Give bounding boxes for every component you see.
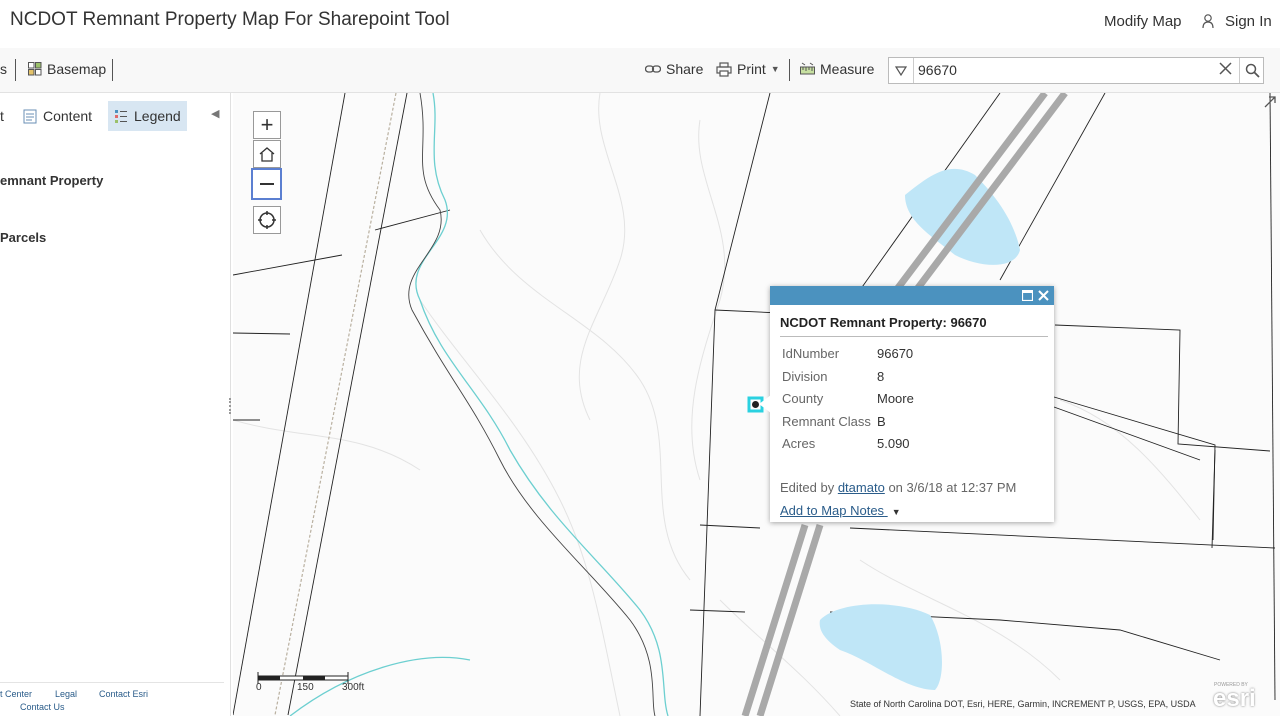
feature-popup: NCDOT Remnant Property: 96670 IdNumber 9… xyxy=(770,286,1054,522)
locate-icon xyxy=(258,211,276,229)
chevron-down-icon: ▼ xyxy=(770,64,780,74)
measure-label: Measure xyxy=(820,61,875,77)
map-canvas[interactable] xyxy=(233,93,1280,716)
search-clear-button[interactable] xyxy=(1219,62,1232,80)
popup-divider xyxy=(780,336,1048,337)
edited-user-link[interactable]: dtamato xyxy=(838,480,885,495)
close-icon xyxy=(1219,62,1232,75)
footer-links: t Center Legal Contact Esri Contact Us xyxy=(0,682,224,717)
search-button[interactable] xyxy=(1239,58,1264,83)
map-view[interactable] xyxy=(233,93,1280,716)
legend-layer-remnant-property: emnant Property xyxy=(0,173,104,188)
attr-value-acres: 5.090 xyxy=(877,436,910,451)
tab-cut[interactable]: t xyxy=(0,101,10,131)
legend-icon xyxy=(115,110,127,123)
edited-suffix: on 3/6/18 at 12:37 PM xyxy=(888,480,1017,495)
toolbar-divider xyxy=(112,59,113,81)
sign-in-link[interactable]: Sign In xyxy=(1225,13,1272,30)
popup-edit-info: Edited by dtamato on 3/6/18 at 12:37 PM xyxy=(780,480,1016,495)
attr-label-idnumber: IdNumber xyxy=(782,346,840,361)
scale-label-150: 150 xyxy=(297,682,314,693)
popup-titlebar xyxy=(770,286,1054,305)
zoom-out-button[interactable] xyxy=(251,168,282,200)
attr-label-division: Division xyxy=(782,369,828,384)
legend-layer-parcels: Parcels xyxy=(0,230,47,245)
collapse-panel-icon[interactable]: ◀ xyxy=(211,107,219,120)
measure-icon xyxy=(800,62,815,74)
share-button[interactable]: Share xyxy=(645,61,703,77)
filter-icon xyxy=(895,65,907,76)
basemap-icon xyxy=(28,62,42,76)
attr-label-remnant-class: Remnant Class xyxy=(782,414,871,429)
tab-content[interactable]: Content xyxy=(17,101,98,131)
tab-content-label: Content xyxy=(43,108,93,124)
minus-icon xyxy=(259,183,274,185)
home-icon xyxy=(259,147,275,162)
edited-prefix: Edited by xyxy=(780,480,835,495)
toolbar-divider xyxy=(789,59,790,81)
esri-logo[interactable]: esri xyxy=(1213,685,1256,713)
search-icon xyxy=(1245,63,1260,78)
link-icon xyxy=(645,65,661,73)
stream-bank xyxy=(408,93,656,716)
search-input[interactable] xyxy=(915,59,1211,81)
printer-icon xyxy=(716,61,732,77)
footer-link-legal[interactable]: Legal xyxy=(55,689,77,699)
expand-icon[interactable] xyxy=(1263,95,1277,109)
railroad-line xyxy=(274,93,397,716)
attr-label-county: County xyxy=(782,391,824,406)
app-header: NCDOT Remnant Property Map For Sharepoin… xyxy=(0,0,1280,47)
attr-label-acres: Acres xyxy=(782,436,816,451)
print-label: Print xyxy=(737,61,766,77)
locate-button[interactable] xyxy=(253,206,281,234)
home-button[interactable] xyxy=(253,140,281,168)
popup-title: NCDOT Remnant Property: 96670 xyxy=(780,315,987,330)
pond-south xyxy=(819,604,942,690)
stream-south xyxy=(289,656,471,716)
chevron-down-icon: ▼ xyxy=(891,507,901,517)
scale-label-0: 0 xyxy=(256,682,262,693)
tab-legend[interactable]: Legend xyxy=(108,101,187,131)
modify-map-link[interactable]: Modify Map xyxy=(1104,13,1182,30)
basemap-label: Basemap xyxy=(47,61,107,77)
attr-value-county: Moore xyxy=(877,391,914,406)
search-filter-button[interactable] xyxy=(889,58,914,83)
popup-pointer xyxy=(759,395,771,413)
basemap-button[interactable]: Basemap xyxy=(28,61,106,77)
search-box xyxy=(888,57,1264,84)
zoom-in-button[interactable]: + xyxy=(253,111,281,139)
side-panel: t Content Legend ◀ emnant Property Parce… xyxy=(0,93,231,716)
footer-link-contact-us[interactable]: Contact Us xyxy=(20,702,65,712)
stream xyxy=(415,93,669,716)
attr-value-remnant-class: B xyxy=(877,414,886,429)
selected-feature-point[interactable] xyxy=(752,401,759,408)
map-attribution: State of North Carolina DOT, Esri, HERE,… xyxy=(850,699,1196,709)
share-label: Share xyxy=(666,61,704,77)
tab-legend-label: Legend xyxy=(134,108,181,124)
close-popup-icon[interactable] xyxy=(1038,290,1049,301)
print-button[interactable]: Print ▼ xyxy=(716,61,780,77)
attr-value-division: 8 xyxy=(877,369,885,384)
user-icon xyxy=(1202,14,1214,29)
toolbar-divider xyxy=(15,59,16,81)
content-icon xyxy=(23,109,37,123)
footer-link-help-center[interactable]: t Center xyxy=(0,689,32,699)
add-to-map-notes-label: Add to Map Notes xyxy=(780,503,885,518)
measure-button[interactable]: Measure xyxy=(800,61,874,77)
maximize-icon[interactable] xyxy=(1022,290,1033,301)
cut-tab-label[interactable]: s xyxy=(0,61,7,77)
app-title: NCDOT Remnant Property Map For Sharepoin… xyxy=(10,9,450,30)
scale-label-300: 300ft xyxy=(342,682,365,693)
plus-icon: + xyxy=(260,112,274,137)
add-to-map-notes-link[interactable]: Add to Map Notes ▼ xyxy=(780,503,901,518)
footer-link-contact-esri[interactable]: Contact Esri xyxy=(99,689,148,699)
attr-value-idnumber: 96670 xyxy=(877,346,914,361)
